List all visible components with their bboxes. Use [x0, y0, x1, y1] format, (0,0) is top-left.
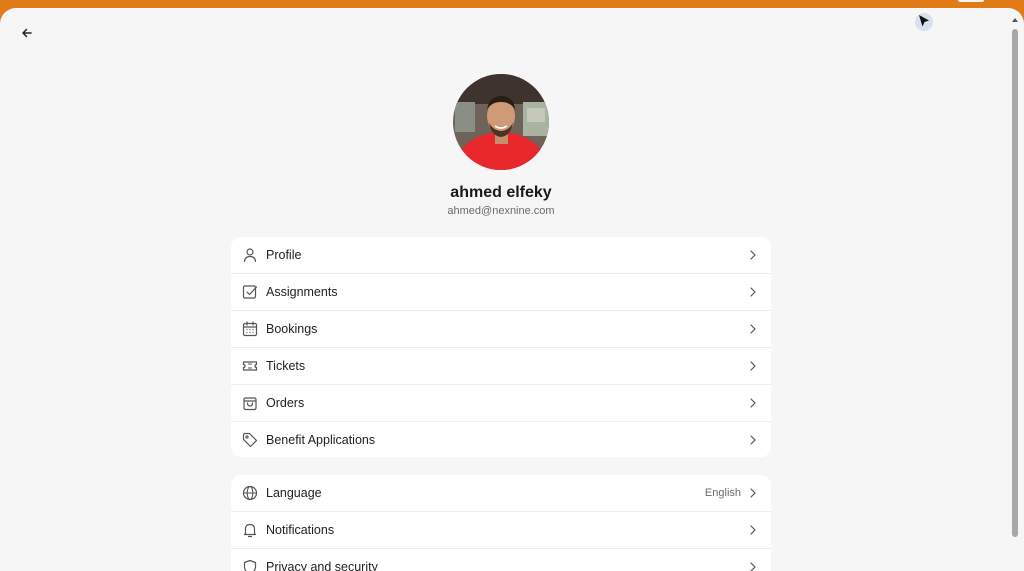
menu-item-label: Bookings: [266, 322, 318, 336]
menu-item-benefit-applications[interactable]: Benefit Applications: [231, 422, 771, 457]
chevron-right-icon: [750, 324, 756, 334]
user-name: ahmed elfeky: [450, 184, 552, 201]
menu-item-label: Tickets: [266, 359, 306, 373]
menu-item-label: Language: [266, 486, 322, 500]
bell-icon: [243, 523, 257, 538]
menu-item-label: Notifications: [266, 523, 335, 537]
menu-item-privacy-security[interactable]: Privacy and security: [231, 549, 771, 571]
back-button[interactable]: [16, 24, 38, 42]
account-menu-card: Profile Assignments Bookings Tickets Ord…: [231, 237, 771, 457]
menu-item-label: Assignments: [266, 285, 338, 299]
mouse-pointer-icon: [915, 13, 933, 31]
menu-item-label: Benefit Applications: [266, 433, 376, 447]
chevron-right-icon: [750, 562, 756, 571]
globe-icon: [242, 485, 258, 501]
chevron-right-icon: [750, 435, 756, 445]
tag-icon: [242, 432, 258, 448]
language-value: English: [704, 487, 741, 499]
menu-item-language[interactable]: Language English: [231, 475, 771, 512]
arrow-left-icon: [22, 28, 32, 38]
shopping-bag-icon: [243, 397, 257, 411]
menu-item-orders[interactable]: Orders: [231, 385, 771, 422]
chevron-right-icon: [750, 398, 756, 408]
menu-item-label: Privacy and security: [266, 560, 378, 571]
chevron-right-icon: [750, 287, 756, 297]
top-bar-handle: [958, 0, 984, 2]
user-icon: [243, 248, 257, 263]
chevron-right-icon: [750, 525, 756, 535]
scroll-up-arrow[interactable]: [1012, 18, 1018, 22]
chevron-right-icon: [750, 250, 756, 260]
menu-item-bookings[interactable]: Bookings: [231, 311, 771, 348]
menu-item-profile[interactable]: Profile: [231, 237, 771, 274]
avatar[interactable]: [453, 74, 549, 170]
calendar-icon: [242, 321, 258, 337]
settings-menu-card: Language English Notifications Privacy a…: [231, 475, 771, 571]
profile-sheet: ahmed elfeky ahmed@nexnine.com Profile A…: [0, 8, 1024, 571]
avatar-photo: [453, 74, 549, 170]
menu-item-notifications[interactable]: Notifications: [231, 512, 771, 549]
checkbox-icon: [242, 285, 258, 299]
user-email: ahmed@nexnine.com: [447, 205, 555, 217]
ticket-icon: [242, 361, 258, 371]
chevron-right-icon: [750, 488, 756, 498]
scrollbar-thumb[interactable]: [1012, 29, 1018, 537]
chevron-right-icon: [750, 361, 756, 371]
scrollbar[interactable]: [1010, 16, 1020, 571]
shield-icon: [243, 559, 257, 571]
menu-item-label: Profile: [266, 248, 302, 262]
menu-item-tickets[interactable]: Tickets: [231, 348, 771, 385]
menu-item-label: Orders: [266, 396, 305, 410]
menu-item-assignments[interactable]: Assignments: [231, 274, 771, 311]
